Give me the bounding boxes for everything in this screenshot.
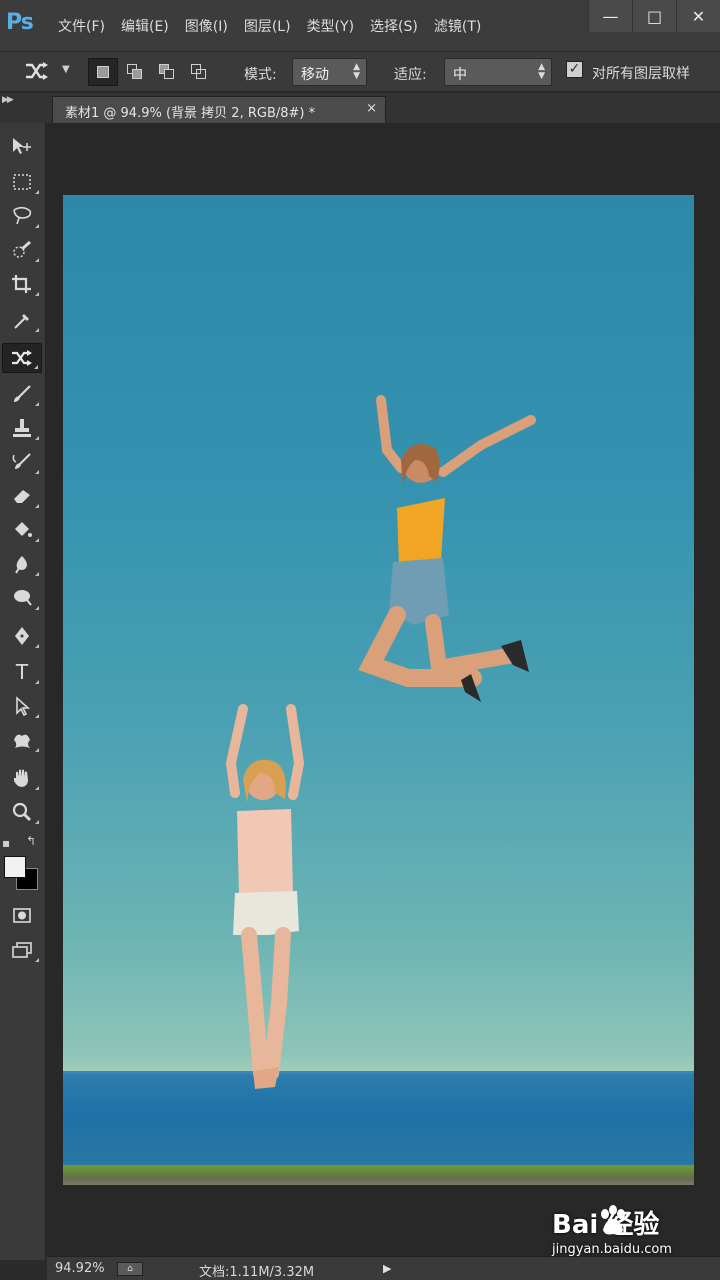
- window-controls: — □ ✕: [588, 0, 720, 32]
- document-canvas-photo[interactable]: [63, 195, 694, 1185]
- new-selection-icon[interactable]: [88, 58, 118, 86]
- document-info: 文档:1.11M/3.32M: [199, 1265, 315, 1280]
- jumping-woman-pink-top: [225, 704, 305, 1089]
- eraser-icon[interactable]: [2, 481, 42, 511]
- baidu-paw-icon: [601, 1205, 625, 1235]
- options-bar: ▼ 模式: 移动 ▲ ▼ 适应: 中 ▲ ▼ ✓ 对所有图层取样: [0, 52, 720, 92]
- menu-select[interactable]: 选择(S): [370, 16, 418, 36]
- content-aware-move-icon[interactable]: [2, 343, 42, 373]
- tool-preset-caret-icon[interactable]: ▼: [62, 64, 70, 75]
- proof-setup-icon[interactable]: ⌂: [117, 1262, 143, 1276]
- add-selection-icon[interactable]: [120, 58, 150, 86]
- dodge-icon[interactable]: [2, 583, 42, 613]
- baidu-jingyan-watermark: Bai 经验 jingyan.baidu.com: [552, 1204, 712, 1266]
- close-button[interactable]: ✕: [676, 0, 720, 32]
- menu-items: 文件(F) 编辑(E) 图像(I) 图层(L) 类型(Y) 选择(S) 滤镜(T…: [50, 16, 489, 36]
- crop-icon[interactable]: [2, 269, 42, 299]
- menu-edit[interactable]: 编辑(E): [121, 16, 169, 36]
- mode-value: 移动: [301, 67, 329, 83]
- menu-image[interactable]: 图像(I): [185, 16, 228, 36]
- clone-stamp-icon[interactable]: [2, 413, 42, 443]
- move-tool-icon[interactable]: [2, 131, 42, 161]
- adapt-value: 中: [453, 67, 467, 83]
- foreground-color-swatch[interactable]: [4, 856, 26, 878]
- default-colors-icon[interactable]: ▪: [2, 836, 10, 850]
- watermark-url: jingyan.baidu.com: [552, 1242, 672, 1257]
- content-aware-move-icon[interactable]: [24, 60, 50, 87]
- quick-mask-icon[interactable]: [2, 901, 42, 931]
- sample-all-layers-label: 对所有图层取样: [592, 66, 690, 82]
- subtract-selection-icon[interactable]: [152, 58, 182, 86]
- sample-all-layers-checkbox[interactable]: ✓: [566, 61, 583, 78]
- menu-type[interactable]: 类型(Y): [307, 16, 354, 36]
- type-icon[interactable]: T: [2, 657, 42, 687]
- mode-select[interactable]: 移动 ▲ ▼: [292, 58, 367, 86]
- lasso-icon[interactable]: [2, 201, 42, 231]
- jumping-woman-yellow-top: [358, 395, 536, 702]
- close-tab-icon[interactable]: ×: [366, 101, 377, 116]
- grass-strip: [63, 1165, 694, 1185]
- maximize-button[interactable]: □: [632, 0, 676, 32]
- adapt-select[interactable]: 中 ▲ ▼: [444, 58, 552, 86]
- minimize-button[interactable]: —: [588, 0, 632, 32]
- collapse-panel-icon[interactable]: ▶▶: [2, 95, 14, 105]
- swap-colors-icon[interactable]: ↰: [26, 834, 36, 848]
- intersect-selection-icon[interactable]: [184, 58, 214, 86]
- pen-icon[interactable]: [2, 621, 42, 651]
- eyedropper-icon[interactable]: [2, 305, 42, 335]
- blur-icon[interactable]: [2, 549, 42, 579]
- history-brush-icon[interactable]: [2, 447, 42, 477]
- path-selection-icon[interactable]: [2, 691, 42, 721]
- document-tab[interactable]: 素材1 @ 94.9% (背景 拷贝 2, RGB/8#) * ×: [52, 96, 386, 123]
- menu-bar: Ps 文件(F) 编辑(E) 图像(I) 图层(L) 类型(Y) 选择(S) 滤…: [0, 0, 720, 52]
- status-menu-arrow-icon[interactable]: ▶: [383, 1262, 391, 1275]
- custom-shape-icon[interactable]: [2, 725, 42, 755]
- zoom-level[interactable]: 94.92%: [55, 1261, 105, 1276]
- menu-layer[interactable]: 图层(L): [244, 16, 291, 36]
- screen-mode-icon[interactable]: [2, 935, 42, 965]
- quick-selection-icon[interactable]: [2, 235, 42, 265]
- hand-icon[interactable]: [2, 763, 42, 793]
- document-tab-bar: ▶▶ 素材1 @ 94.9% (背景 拷贝 2, RGB/8#) * ×: [0, 93, 720, 123]
- menu-file[interactable]: 文件(F): [58, 16, 105, 36]
- document-tab-title: 素材1 @ 94.9% (背景 拷贝 2, RGB/8#) *: [65, 106, 316, 121]
- selection-mode-group: [88, 58, 216, 86]
- zoom-icon[interactable]: [2, 797, 42, 827]
- mode-label: 模式:: [244, 67, 277, 83]
- paint-bucket-icon[interactable]: [2, 515, 42, 545]
- adapt-label: 适应:: [394, 67, 427, 83]
- horizon-line: [63, 1071, 694, 1074]
- menu-filter[interactable]: 滤镜(T): [434, 16, 481, 36]
- brush-icon[interactable]: [2, 379, 42, 409]
- tools-panel: T ▪ ↰: [0, 123, 46, 1260]
- select-arrows-icon: ▲ ▼: [538, 62, 545, 81]
- photoshop-logo: Ps: [6, 10, 34, 35]
- rectangular-marquee-icon[interactable]: [2, 167, 42, 197]
- select-arrows-icon: ▲ ▼: [353, 62, 360, 81]
